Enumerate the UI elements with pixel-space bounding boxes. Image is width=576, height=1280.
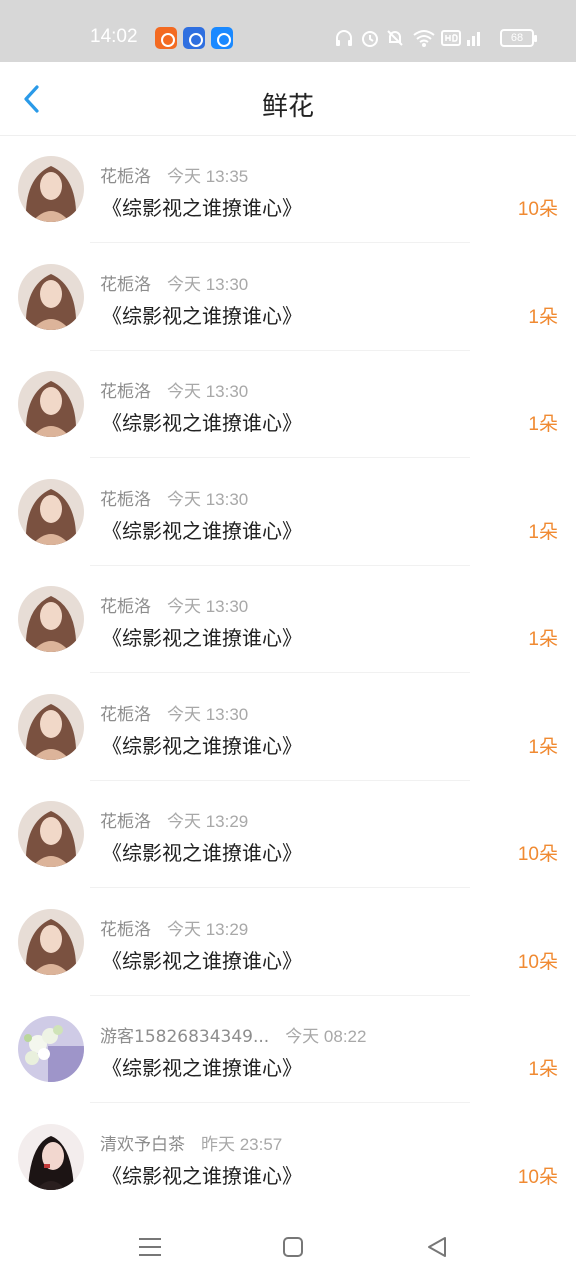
sender-name: 花栀洛 xyxy=(100,382,151,402)
blue-app-icon xyxy=(211,27,233,49)
list-item[interactable]: 清欢予白茶 昨天 23:57 《综影视之谁撩谁心》 10朵 xyxy=(0,1104,576,1212)
baidu-icon xyxy=(183,27,205,49)
list-item[interactable]: 花栀洛 今天 13:30 《综影视之谁撩谁心》 1朵 xyxy=(0,351,576,459)
sender-name: 花栀洛 xyxy=(100,274,151,295)
sender-name: 花栀洛 xyxy=(100,489,151,510)
send-time: 昨天 23:57 xyxy=(201,1134,283,1154)
send-time: 今天 13:30 xyxy=(167,597,249,616)
send-time: 今天 13:30 xyxy=(167,704,249,724)
sender-name: 清欢予白茶 xyxy=(100,1134,185,1155)
sender-name: 花栀洛 xyxy=(100,812,151,832)
book-title: 《综影视之谁撩谁心》 xyxy=(102,411,302,435)
avatar[interactable] xyxy=(18,478,84,545)
sender-name: 花栀洛 xyxy=(100,704,151,725)
send-time: 今天 13:29 xyxy=(167,919,249,939)
avatar[interactable] xyxy=(18,801,84,867)
item-meta: 花栀洛 今天 13:30 xyxy=(100,700,248,725)
battery-icon: 68 xyxy=(500,29,537,47)
alarm-icon xyxy=(362,31,378,47)
book-title: 《综影视之谁撩谁心》 xyxy=(102,948,302,973)
system-nav-bar xyxy=(0,1210,576,1280)
hd-icon xyxy=(441,30,461,46)
flower-amount: 1朵 xyxy=(528,521,558,543)
list-item[interactable]: 游客15826834349... 今天 08:22 《综影视之谁撩谁心》 1朵 xyxy=(0,996,576,1104)
book-title: 《综影视之谁撩谁心》 xyxy=(102,841,302,865)
book-title: 《综影视之谁撩谁心》 xyxy=(102,733,302,758)
book-title: 《综影视之谁撩谁心》 xyxy=(102,1056,302,1080)
avatar[interactable] xyxy=(18,263,84,330)
book-title: 《综影视之谁撩谁心》 xyxy=(102,518,302,543)
avatar[interactable] xyxy=(18,1016,84,1082)
list-item[interactable]: 花栀洛 今天 13:30 《综影视之谁撩谁心》 1朵 xyxy=(0,244,576,352)
list-item[interactable]: 花栀洛 今天 13:29 《综影视之谁撩谁心》 10朵 xyxy=(0,781,576,889)
home-square-icon[interactable] xyxy=(278,1232,308,1262)
list-item[interactable]: 花栀洛 今天 13:30 《综影视之谁撩谁心》 1朵 xyxy=(0,674,576,782)
item-meta: 花栀洛 今天 13:29 xyxy=(100,915,248,940)
headphones-icon xyxy=(336,30,352,46)
item-meta: 花栀洛 今天 13:35 xyxy=(100,162,248,187)
header: 鲜花 xyxy=(0,62,576,136)
status-bar: 14:02 68 xyxy=(0,0,576,62)
back-triangle-icon[interactable] xyxy=(422,1232,452,1262)
send-time: 今天 13:30 xyxy=(167,382,249,401)
flower-amount: 1朵 xyxy=(528,736,558,758)
sender-name: 花栀洛 xyxy=(100,597,151,617)
flower-amount: 1朵 xyxy=(528,1059,558,1080)
menu-icon[interactable] xyxy=(135,1232,165,1262)
book-title: 《综影视之谁撩谁心》 xyxy=(102,626,302,650)
wifi-icon xyxy=(413,30,435,47)
item-meta: 游客15826834349... 今天 08:22 xyxy=(100,1022,366,1047)
avatar[interactable] xyxy=(18,371,84,437)
mute-icon xyxy=(387,30,403,46)
book-title: 《综影视之谁撩谁心》 xyxy=(102,303,302,328)
4g-signal-icon xyxy=(467,32,480,46)
flower-amount: 10朵 xyxy=(517,1166,558,1188)
avatar[interactable] xyxy=(18,693,84,760)
avatar[interactable] xyxy=(18,156,84,222)
avatar[interactable] xyxy=(18,586,84,652)
item-meta: 花栀洛 今天 13:30 xyxy=(100,592,248,617)
list-item[interactable]: 花栀洛 今天 13:30 《综影视之谁撩谁心》 1朵 xyxy=(0,459,576,567)
flower-amount: 10朵 xyxy=(517,199,558,220)
flower-amount: 1朵 xyxy=(528,306,558,328)
item-meta: 花栀洛 今天 13:30 xyxy=(100,485,248,510)
list-item[interactable]: 花栀洛 今天 13:30 《综影视之谁撩谁心》 1朵 xyxy=(0,566,576,674)
list-item[interactable]: 花栀洛 今天 13:29 《综影视之谁撩谁心》 10朵 xyxy=(0,889,576,997)
flower-amount: 10朵 xyxy=(517,951,558,973)
page-title: 鲜花 xyxy=(261,92,314,122)
flower-amount: 10朵 xyxy=(517,844,558,865)
item-meta: 花栀洛 今天 13:30 xyxy=(100,270,248,295)
sender-name: 游客15826834349... xyxy=(100,1027,270,1047)
send-time: 今天 13:35 xyxy=(167,167,249,186)
item-meta: 花栀洛 今天 13:29 xyxy=(100,807,248,832)
item-meta: 清欢予白茶 昨天 23:57 xyxy=(100,1130,282,1155)
book-title: 《综影视之谁撩谁心》 xyxy=(102,196,302,220)
status-time: 14:02 xyxy=(90,26,138,47)
flower-amount: 1朵 xyxy=(528,414,558,435)
book-title: 《综影视之谁撩谁心》 xyxy=(102,1163,302,1188)
flower-list: 花栀洛 今天 13:35 《综影视之谁撩谁心》 10朵 花栀洛 今天 13:30 《综影视之… xyxy=(0,136,576,1211)
sender-name: 花栀洛 xyxy=(100,919,151,940)
item-meta: 花栀洛 今天 13:30 xyxy=(100,377,248,402)
avatar[interactable] xyxy=(18,1123,84,1190)
flower-amount: 1朵 xyxy=(528,629,558,650)
sender-name: 花栀洛 xyxy=(100,167,151,187)
list-item[interactable]: 花栀洛 今天 13:35 《综影视之谁撩谁心》 10朵 xyxy=(0,136,576,244)
send-time: 今天 13:30 xyxy=(167,274,249,294)
send-time: 今天 08:22 xyxy=(285,1027,367,1046)
send-time: 今天 13:29 xyxy=(167,812,249,831)
avatar[interactable] xyxy=(18,908,84,975)
send-time: 今天 13:30 xyxy=(167,489,249,509)
orange-app-icon xyxy=(155,27,177,49)
